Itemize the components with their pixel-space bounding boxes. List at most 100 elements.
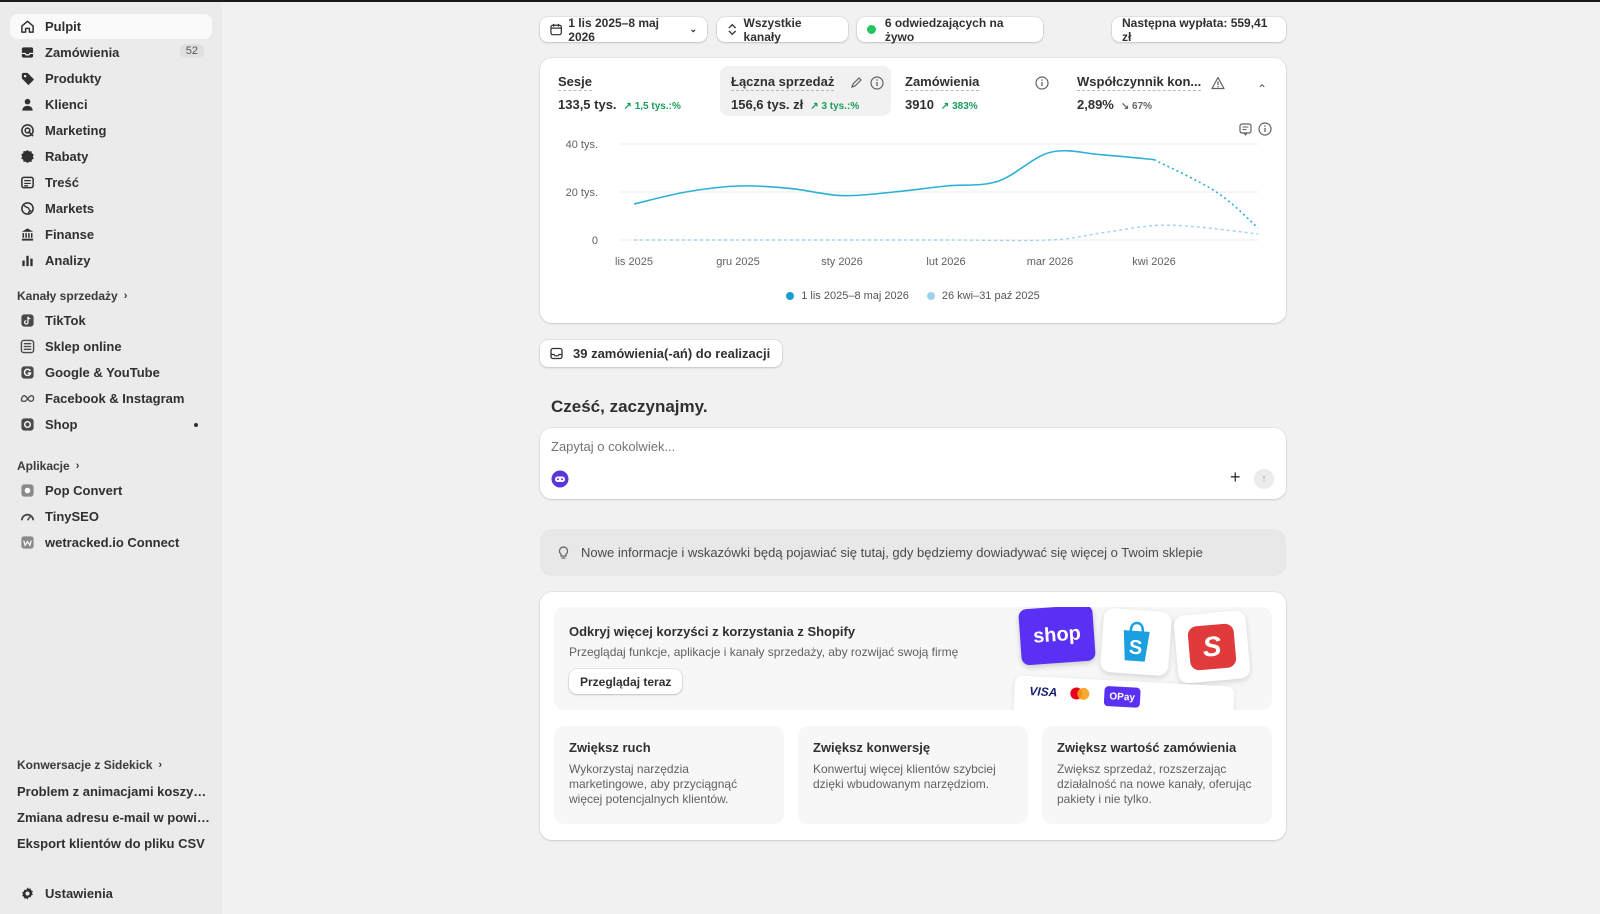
tile-description: Konwertuj więcej klientów szybciej dzięk… — [813, 762, 996, 791]
date-range-picker[interactable]: 1 lis 2025–8 maj 2026 ⌄ — [540, 15, 707, 44]
sidekick-prompt-box: + ↑ — [540, 428, 1286, 499]
gear-icon — [19, 886, 35, 902]
mastercard-logo-right — [1077, 687, 1090, 701]
notification-dot — [194, 423, 198, 427]
sidebar-item-analizy[interactable]: Analizy — [10, 248, 212, 273]
app-store-logo: S — [1173, 609, 1251, 685]
sidebar-item-produkty[interactable]: Produkty — [10, 66, 212, 91]
insights-tip: Nowe informacje i wskazówki będą pojawia… — [540, 529, 1286, 576]
tile-increase-traffic[interactable]: Zwiększ ruch Wykorzystaj narzędzia marke… — [554, 726, 784, 824]
browse-now-button[interactable]: Przeglądaj teraz — [569, 669, 683, 694]
x-tick-label: mar 2026 — [1027, 256, 1073, 268]
conversation-item[interactable]: Problem z animacjami koszyka... — [17, 784, 212, 799]
sidebar-item-finanse[interactable]: Finanse — [10, 222, 212, 247]
tile-increase-order-value[interactable]: Zwiększ wartość zamówienia Zwiększ sprze… — [1042, 726, 1272, 824]
x-tick-label: lut 2026 — [926, 256, 965, 268]
target-icon — [19, 123, 35, 139]
window-top-border — [0, 0, 1600, 2]
channel-filter[interactable]: Wszystkie kanały — [717, 16, 848, 44]
tile-title: Zwiększ konwersję — [813, 740, 931, 755]
add-attachment-icon[interactable]: + — [1230, 467, 1241, 488]
meta-icon — [19, 391, 35, 407]
inbox-icon — [550, 347, 563, 360]
tile-title: Zwiększ wartość zamówienia — [1057, 740, 1237, 755]
send-arrow-icon[interactable]: ↑ — [1254, 469, 1274, 489]
tile-description: Zwiększ sprzedaż, rozszerzając działalno… — [1057, 762, 1252, 806]
sidebar-item-label: Rabaty — [45, 149, 89, 164]
sidebar-item-facebook-instagram[interactable]: Facebook & Instagram — [10, 386, 212, 411]
sales-line-chart: 0 20 tys. 40 tys. lis 2025 gru 2025 sty 2026 l… — [566, 139, 1259, 268]
shop-app-logo: shop — [1018, 607, 1096, 666]
sidebar-item-pulpit[interactable]: Pulpit — [10, 14, 212, 39]
live-visitors-button[interactable]: 6 odwiedzających na żywo — [857, 15, 1043, 44]
shopify-bag-logo: S — [1099, 607, 1173, 677]
series-line-current-partial — [1153, 158, 1259, 229]
sidebar-item-zamowienia[interactable]: Zamówienia 52 — [10, 40, 212, 65]
app-store-logo-letter: S — [1187, 623, 1237, 671]
sidebar-item-label: Markets — [45, 201, 95, 216]
sidebar-item-label: Facebook & Instagram — [45, 391, 185, 406]
discount-icon — [19, 149, 35, 165]
conversation-item[interactable]: Zmiana adresu e-mail w powia... — [17, 810, 212, 825]
apps-section-title[interactable]: Aplikacje › — [17, 459, 79, 473]
store-icon — [19, 339, 35, 355]
chevron-right-icon: › — [158, 759, 163, 771]
conversation-item[interactable]: Eksport klientów do pliku CSV — [17, 836, 212, 851]
sidebar-item-label: Produkty — [45, 71, 102, 86]
tag-icon — [19, 71, 35, 87]
sidebar-item-label: Klienci — [45, 97, 88, 112]
bank-icon — [19, 227, 35, 243]
sidebar-item-marketing[interactable]: Marketing — [10, 118, 212, 143]
sidebar-item-ustawienia[interactable]: Ustawienia — [10, 881, 212, 906]
chevron-right-icon: › — [123, 290, 128, 302]
tile-title: Zwiększ ruch — [569, 740, 651, 755]
sidebar-item-pop-convert[interactable]: Pop Convert — [10, 478, 212, 503]
conversations-section-title[interactable]: Konwersacje z Sidekick › — [17, 758, 162, 772]
series-line-previous — [634, 224, 1259, 242]
sidebar-item-label: Treść — [45, 175, 79, 190]
y-tick-label: 20 tys. — [566, 187, 598, 199]
sidebar-item-rabaty[interactable]: Rabaty — [10, 144, 212, 169]
sidebar-item-label: Pulpit — [45, 19, 82, 34]
live-status-dot — [867, 25, 876, 34]
calendar-icon — [550, 23, 562, 36]
lightbulb-icon — [558, 546, 569, 559]
sidebar-item-label: Sklep online — [45, 339, 122, 354]
sales-channels-section-title[interactable]: Kanały sprzedaży › — [17, 289, 127, 303]
sidebar-item-label: TinySEO — [45, 509, 99, 524]
orders-to-fulfill-button[interactable]: 39 zamówienia(-ań) do realizacji — [540, 340, 782, 367]
next-payout-button[interactable]: Następna wypłata: 559,41 zł — [1112, 15, 1286, 44]
shop-pay-logo: OPay — [1103, 685, 1141, 708]
sidebar-item-label: wetracked.io Connect — [45, 535, 180, 550]
series-line-current — [633, 149, 1155, 205]
legend-label: 1 lis 2025–8 maj 2026 — [801, 290, 909, 302]
y-tick-label: 0 — [592, 235, 598, 247]
sidebar-item-markets[interactable]: Markets — [10, 196, 212, 221]
tip-text: Nowe informacje i wskazówki będą pojawia… — [581, 545, 1203, 560]
sidekick-prompt-input[interactable] — [551, 436, 1251, 456]
globe-icon — [19, 201, 35, 217]
sidebar-item-klienci[interactable]: Klienci — [10, 92, 212, 117]
sidebar-item-label: Google & YouTube — [45, 365, 160, 380]
sidebar-item-sklep-online[interactable]: Sklep online — [10, 334, 212, 359]
tile-increase-conversion[interactable]: Zwiększ konwersję Konwertuj więcej klien… — [798, 726, 1028, 824]
next-payout-label: Następna wypłata: 559,41 zł — [1122, 15, 1268, 44]
sidebar-item-tiktok[interactable]: TikTok — [10, 308, 212, 333]
sort-icon — [728, 23, 737, 36]
x-tick-label: kwi 2026 — [1132, 256, 1175, 268]
sidebar-item-tinyseo[interactable]: TinySEO — [10, 504, 212, 529]
sidebar-item-wetracked[interactable]: wetracked.io Connect — [10, 530, 212, 555]
sidebar-item-google-youtube[interactable]: Google & YouTube — [10, 360, 212, 385]
live-visitors-label: 6 odwiedzających na żywo — [884, 15, 1004, 44]
sidebar-item-tresc[interactable]: Treść — [10, 170, 212, 195]
section-label: Konwersacje z Sidekick — [17, 758, 153, 772]
sidebar-item-shop[interactable]: Shop — [10, 412, 212, 437]
promo-title: Odkryj więcej korzyści z korzystania z S… — [569, 624, 856, 639]
chevron-down-icon: ⌄ — [689, 24, 697, 34]
bar-chart-icon — [19, 253, 35, 269]
date-range-label: 1 lis 2025–8 maj 2026 — [568, 15, 660, 44]
sidekick-avatar-icon[interactable] — [551, 470, 569, 488]
shop-icon — [19, 417, 35, 433]
content-icon — [19, 175, 35, 191]
visa-logo: VISA — [1029, 684, 1058, 700]
